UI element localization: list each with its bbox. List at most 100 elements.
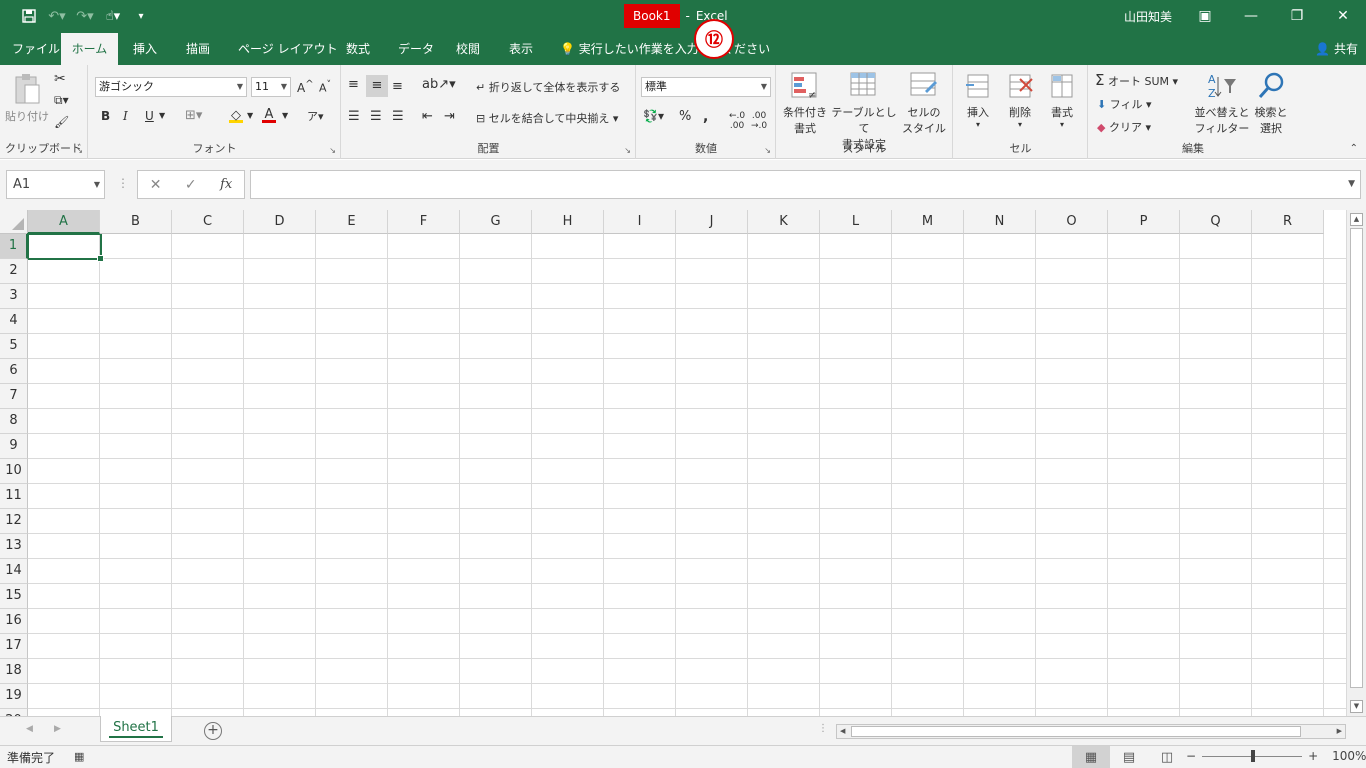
row-header[interactable]: 5 [0,334,28,359]
column-header[interactable]: O [1036,210,1108,234]
close-button[interactable]: ✕ [1320,0,1366,32]
font-name-select[interactable]: 游ゴシック ▼ [95,77,247,97]
font-launcher-icon[interactable]: ↘ [329,146,336,155]
normal-view-icon[interactable]: ▦ [1072,746,1110,768]
column-header[interactable]: R [1252,210,1324,234]
sort-filter-button[interactable]: AZ 並べ替えと フィルター [1193,71,1251,136]
redo-icon[interactable]: ↷▾ [74,6,96,26]
row-header[interactable]: 10 [0,459,28,484]
tell-me-box[interactable]: 💡 実行したい作業を入力してください [560,33,770,65]
merge-center-button[interactable]: ⊟ セルを結合して中央揃え ▾ [476,110,618,126]
minimize-button[interactable]: — [1228,0,1274,32]
cell-styles-button[interactable]: セルの スタイル [897,71,951,136]
user-name[interactable]: 山田知美 [1124,8,1172,25]
vertical-scroll-thumb[interactable] [1350,228,1363,688]
column-header[interactable]: E [316,210,388,234]
formula-input[interactable]: ▼ [250,170,1361,199]
column-header[interactable]: D [244,210,316,234]
autosum-button[interactable]: Σ オート SUM ▾ [1095,71,1178,89]
column-header[interactable]: I [604,210,676,234]
worksheet-grid[interactable]: A B C D E F G H I J K L M N O P Q R 1 2 3 4 5 6 7 8 9 10 11 12 13 14 15 1… [0,210,1346,716]
row-header[interactable]: 1 [0,234,28,259]
increase-font-icon[interactable]: A^ [297,79,314,95]
column-header[interactable]: M [892,210,964,234]
number-launcher-icon[interactable]: ↘ [764,146,771,155]
row-header[interactable]: 16 [0,609,28,634]
scroll-left-icon[interactable]: ◀ [840,725,845,738]
align-bottom-icon[interactable]: ≡ [392,79,403,94]
horizontal-scrollbar[interactable]: ◀ ▶ [836,724,1346,739]
tab-page-layout[interactable]: ページ レイアウト [228,33,348,65]
scroll-right-icon[interactable]: ▶ [1337,725,1342,738]
align-center-icon[interactable]: ☰ [370,109,382,124]
find-select-button[interactable]: 検索と 選択 [1251,71,1291,136]
row-header[interactable]: 19 [0,684,28,709]
column-header[interactable]: B [100,210,172,234]
chevron-down-icon[interactable]: ▼ [159,111,165,120]
cut-icon[interactable]: ✂ [54,71,66,87]
column-header[interactable]: J [676,210,748,234]
increase-indent-icon[interactable]: ⇥ [444,109,455,124]
format-painter-icon[interactable]: 🖌 [54,115,69,129]
touch-mode-icon[interactable]: ☝▾ [102,6,124,26]
page-layout-view-icon[interactable]: ▤ [1110,746,1148,768]
collapse-ribbon-icon[interactable]: ⌃ [1350,143,1358,154]
scroll-up-icon[interactable]: ▲ [1350,213,1363,226]
column-header[interactable]: A [28,210,100,234]
row-header[interactable]: 9 [0,434,28,459]
column-header[interactable]: N [964,210,1036,234]
customize-qat-icon[interactable]: ▾ [130,6,152,26]
align-right-icon[interactable]: ☰ [392,109,404,124]
paste-button[interactable]: 貼り付け [5,73,49,124]
increase-decimal-icon[interactable]: ←.0.00 [729,111,745,131]
zoom-slider[interactable] [1202,749,1303,762]
enter-icon[interactable]: ✓ [185,177,197,193]
horizontal-scroll-thumb[interactable] [851,726,1301,737]
page-break-view-icon[interactable]: ◫ [1148,746,1186,768]
row-header[interactable]: 11 [0,484,28,509]
restore-button[interactable]: ❐ [1274,0,1320,32]
row-header[interactable]: 12 [0,509,28,534]
select-all-button[interactable] [0,210,28,234]
cell-area[interactable] [28,234,1346,716]
tab-review[interactable]: 校閲 [446,33,490,65]
row-header[interactable]: 18 [0,659,28,684]
column-header[interactable]: P [1108,210,1180,234]
expand-formula-bar-icon[interactable]: ▼ [1348,179,1355,189]
align-middle-icon[interactable]: ≡ [366,75,388,97]
font-color-icon[interactable]: A [262,107,276,123]
insert-function-button[interactable]: fx [220,177,232,192]
align-top-icon[interactable]: ≡ [348,77,359,92]
save-icon[interactable] [18,6,40,26]
tab-split-handle-icon[interactable]: ⋮ [818,723,828,734]
fill-color-icon[interactable]: ◇ [229,108,243,123]
italic-button[interactable]: I [123,109,128,123]
row-header[interactable]: 20 [0,709,28,716]
column-header[interactable]: H [532,210,604,234]
decrease-indent-icon[interactable]: ⇤ [422,109,433,124]
sheet-tab[interactable]: Sheet1 [100,716,172,742]
format-cells-button[interactable]: 書式 ▾ [1044,71,1080,129]
name-box[interactable]: A1 ▼ [6,170,105,199]
tab-insert[interactable]: 挿入 [123,33,167,65]
copy-icon[interactable]: ⧉▾ [54,93,69,108]
cancel-icon[interactable]: ✕ [150,177,162,193]
column-header[interactable]: G [460,210,532,234]
comma-button[interactable]: , [703,109,708,125]
tab-data[interactable]: データ [388,33,444,65]
zoom-in-icon[interactable]: + [1308,749,1318,763]
row-header[interactable]: 13 [0,534,28,559]
column-header[interactable]: C [172,210,244,234]
insert-cells-button[interactable]: 挿入 ▾ [960,71,996,129]
currency-icon[interactable]: 💱▾ [643,109,664,123]
tab-draw[interactable]: 描画 [176,33,220,65]
fill-button[interactable]: ⬇ フィル ▾ [1097,96,1152,112]
add-sheet-icon[interactable]: + [204,722,222,740]
vertical-scrollbar[interactable]: ▲ ▼ [1346,210,1366,716]
borders-icon[interactable]: ⊞▾ [185,108,202,123]
column-header[interactable]: L [820,210,892,234]
tab-formulas[interactable]: 数式 [336,33,380,65]
chevron-down-icon[interactable]: ▼ [247,111,253,120]
tab-file[interactable]: ファイル [2,33,70,65]
row-header[interactable]: 7 [0,384,28,409]
